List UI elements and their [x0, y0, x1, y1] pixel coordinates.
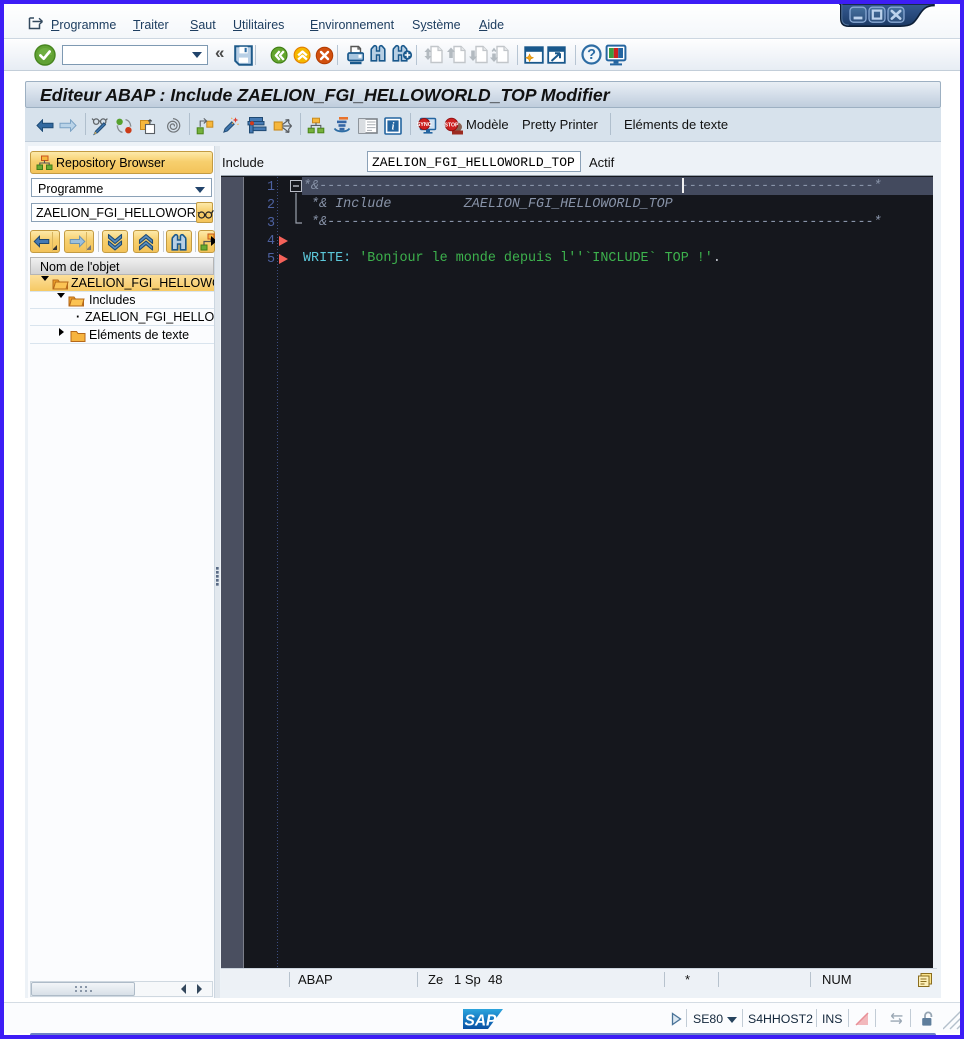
- svg-text:?: ?: [587, 47, 596, 63]
- svg-text:SYNC: SYNC: [417, 122, 432, 128]
- svg-text:i: i: [392, 122, 395, 133]
- svg-text:SAP: SAP: [465, 1013, 498, 1030]
- svg-text:STOP: STOP: [444, 123, 459, 129]
